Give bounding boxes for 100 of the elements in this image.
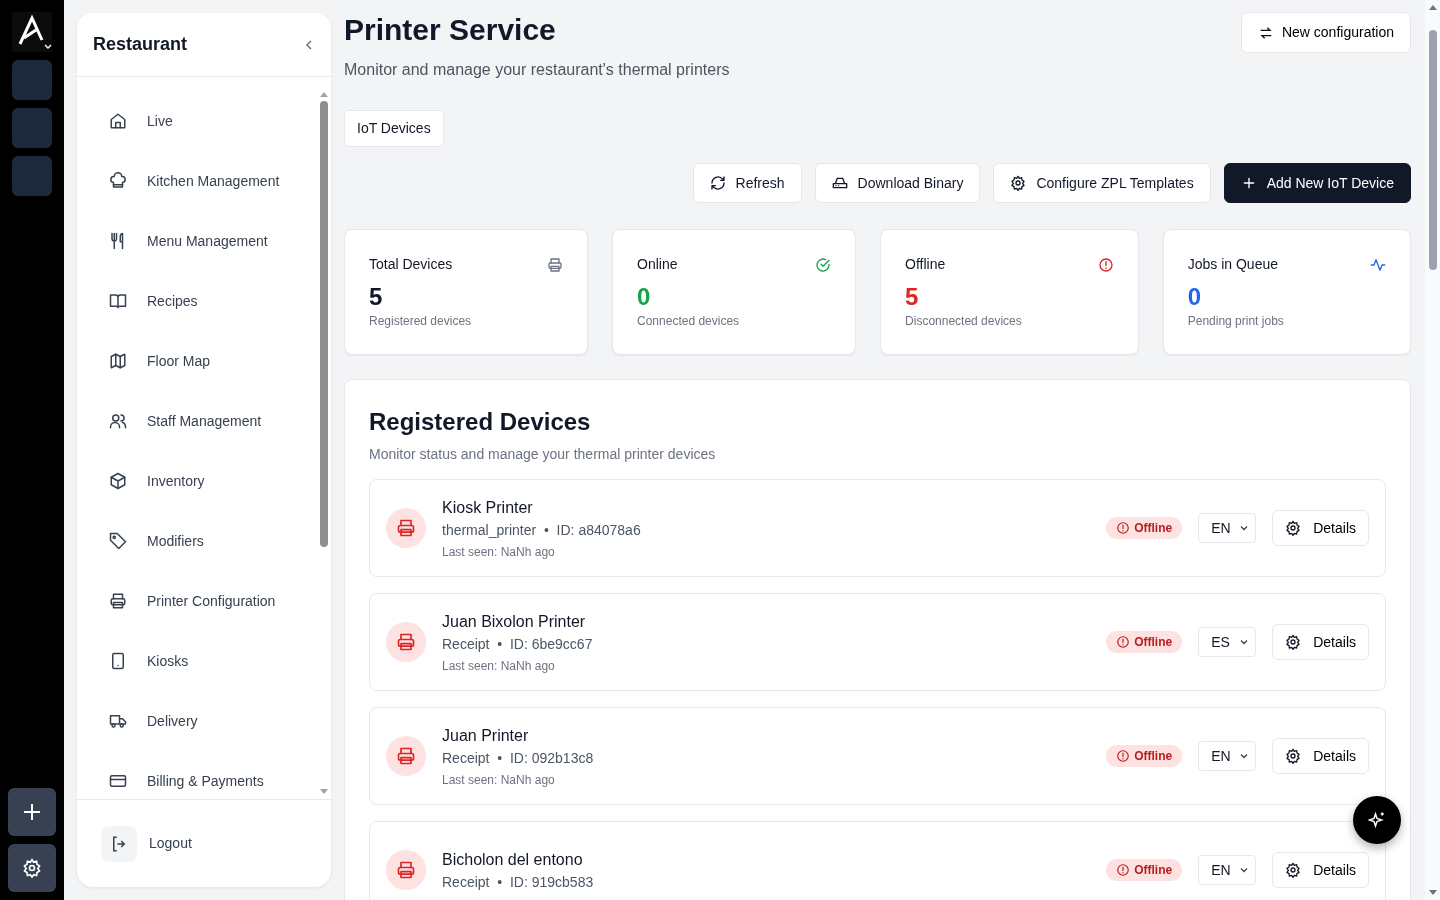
device-meta: Receipt • ID: 919cb583: [442, 872, 595, 892]
sidebar-item[interactable]: Inventory: [77, 451, 317, 511]
alert-icon: [1116, 635, 1131, 649]
status-badge: Offline: [1106, 859, 1183, 881]
stat-title: Total Devices: [369, 255, 453, 274]
device-meta: thermal_printer • ID: a84078a6: [442, 520, 642, 540]
alert-icon: [1116, 863, 1131, 877]
refresh-icon: [709, 175, 726, 191]
plus-icon: [22, 802, 42, 822]
device-meta: Receipt • ID: 092b13c8: [442, 748, 595, 768]
collapse-icon[interactable]: [303, 38, 315, 51]
new-configuration-button[interactable]: New configuration: [1240, 12, 1411, 53]
gear-icon: [1285, 520, 1302, 536]
printer-icon: [547, 256, 563, 273]
language-select[interactable]: EN: [1198, 513, 1257, 543]
settings-button[interactable]: Configure ZPL Templates: [993, 163, 1211, 203]
device-meta: Receipt • ID: 6be9cc67: [442, 634, 594, 654]
chef-hat-icon: [109, 172, 127, 190]
gear-icon: [22, 858, 42, 878]
add-button[interactable]: Add New IoT Device: [1223, 163, 1411, 203]
sidebar-item[interactable]: Kiosks: [77, 631, 317, 691]
logout-link[interactable]: Logout: [101, 825, 192, 862]
sparkle-icon: [1368, 811, 1386, 829]
gear-icon: [1285, 634, 1302, 650]
scroll-down-icon[interactable]: [319, 789, 329, 795]
sidebar-title: Restaurant: [93, 33, 188, 56]
scroll-down-icon[interactable]: [1427, 890, 1438, 896]
status-badge: Offline: [1106, 631, 1183, 653]
stat-value: 0: [637, 283, 652, 312]
sidebar-item[interactable]: Staff Management: [77, 391, 317, 451]
home-icon: [109, 112, 127, 130]
tab[interactable]: IoT Devices: [344, 110, 444, 147]
refresh-button[interactable]: Refresh: [692, 163, 802, 203]
sidebar-item[interactable]: Live: [77, 91, 317, 151]
chevron-down-icon: [1239, 637, 1250, 647]
tablet-icon: [109, 652, 127, 670]
sidebar-item[interactable]: Billing & Payments: [77, 751, 317, 799]
last-seen-text: Last seen: NaNh ago: [442, 657, 556, 675]
sidebar-item[interactable]: Modifiers: [77, 511, 317, 571]
scroll-thumb[interactable]: [320, 101, 328, 547]
chevron-down-icon: [1239, 523, 1250, 533]
chevron-down-icon: [1239, 865, 1250, 875]
stat-value: 5: [369, 283, 384, 312]
stat-caption: Registered devices: [369, 312, 473, 330]
sidebar-item[interactable]: Floor Map: [77, 331, 317, 391]
download-button[interactable]: Download Binary: [814, 163, 981, 203]
last-seen-text: Last seen: NaNh ago: [442, 543, 556, 561]
truck-icon: [109, 712, 127, 730]
stat-caption: Disconnected devices: [905, 312, 1023, 330]
device-name: Juan Bixolon Printer: [442, 611, 587, 632]
add-button[interactable]: [8, 788, 56, 836]
page-title: Printer Service: [344, 12, 557, 48]
gear-icon: [1285, 748, 1302, 764]
gear-icon: [1285, 862, 1302, 878]
settings-icon: [1010, 175, 1027, 191]
scrollbar[interactable]: [1425, 0, 1440, 900]
stat-title: Offline: [905, 255, 946, 274]
last-seen-text: Last seen: NaNh ago: [442, 771, 556, 789]
stat-caption: Pending print jobs: [1187, 312, 1285, 330]
section-title: Registered Devices: [369, 407, 592, 437]
sidebar-item[interactable]: Menu Management: [77, 211, 317, 271]
sidebar-item[interactable]: Kitchen Management: [77, 151, 317, 211]
sidebar-item[interactable]: Delivery: [77, 691, 317, 751]
sidebar-item[interactable]: Printer Configuration: [77, 571, 317, 631]
tag-icon: [109, 532, 127, 550]
status-badge: Offline: [1106, 517, 1183, 539]
settings-button[interactable]: [8, 844, 56, 892]
section-subtitle: Monitor status and manage your thermal printer devices: [369, 445, 717, 464]
details-button[interactable]: Details: [1272, 852, 1369, 888]
scroll-up-icon[interactable]: [319, 91, 329, 97]
check-circle-icon: [815, 256, 832, 273]
details-button[interactable]: Details: [1272, 738, 1369, 774]
device-name: Juan Printer: [442, 725, 530, 746]
device-name: Kiosk Printer: [442, 497, 534, 518]
stat-caption: Connected devices: [637, 312, 741, 330]
details-button[interactable]: Details: [1272, 510, 1369, 546]
stat-title: Online: [637, 255, 678, 274]
alert-icon: [1097, 256, 1114, 273]
scroll-thumb[interactable]: [1428, 30, 1437, 270]
scroll-up-icon[interactable]: [1427, 4, 1438, 10]
drive-icon: [831, 175, 848, 191]
users-icon: [109, 412, 127, 430]
logo[interactable]: [12, 12, 52, 52]
printer-icon: [109, 592, 127, 610]
page-subtitle: Monitor and manage your restaurant's thermal printers: [344, 60, 730, 80]
logout-icon: [110, 834, 128, 853]
language-select[interactable]: EN: [1198, 741, 1257, 771]
stat-value: 5: [905, 283, 920, 312]
book-icon: [109, 292, 127, 310]
alert-icon: [1116, 749, 1131, 763]
device-name: Bicholon del entono: [442, 849, 584, 870]
stat-title: Jobs in Queue: [1187, 255, 1279, 274]
language-select[interactable]: EN: [1198, 855, 1257, 885]
sidebar-item[interactable]: Recipes: [77, 271, 317, 331]
credit-card-icon: [109, 772, 127, 790]
chevron-down-icon: [1239, 751, 1250, 761]
details-button[interactable]: Details: [1272, 624, 1369, 660]
language-select[interactable]: ES: [1198, 627, 1257, 657]
map-icon: [109, 352, 127, 370]
package-icon: [109, 472, 127, 490]
